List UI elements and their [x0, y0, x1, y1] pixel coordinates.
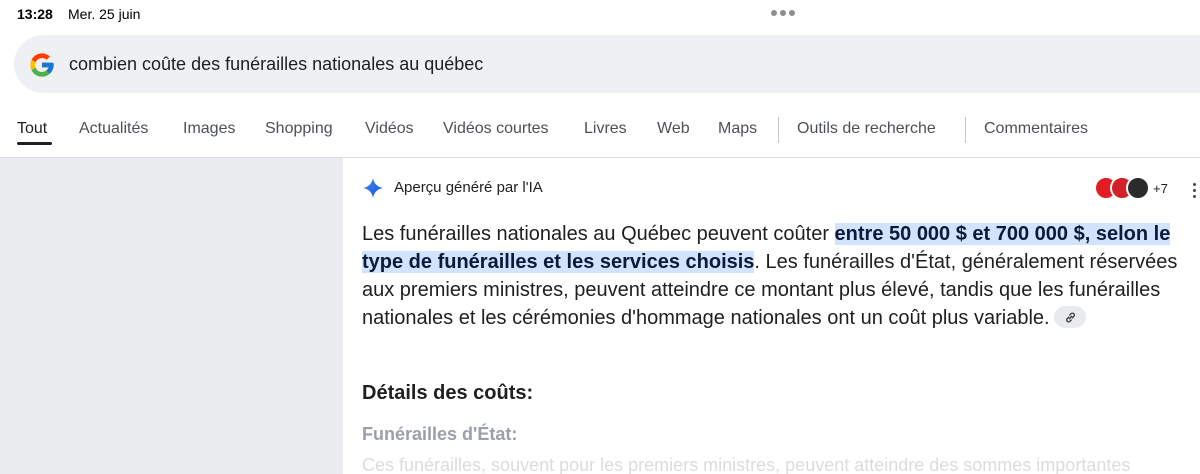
search-bar[interactable]: combien coûte des funérailles nationales…: [14, 35, 1200, 93]
tab-shopping[interactable]: Shopping: [265, 120, 333, 138]
tab-tout[interactable]: Tout: [17, 120, 47, 138]
status-bar: 13:28 Mer. 25 juin: [0, 0, 1200, 30]
tab-actualites[interactable]: Actualités: [79, 120, 148, 138]
multitasking-dots-icon[interactable]: [771, 10, 795, 16]
source-favicon[interactable]: [1126, 176, 1150, 200]
active-tab-indicator: [17, 142, 52, 145]
faded-paragraph: Ces funérailles, souvent pour les premie…: [362, 455, 1131, 474]
tab-commentaires[interactable]: Commentaires: [984, 120, 1088, 138]
left-panel: [0, 158, 343, 474]
tab-videos-courtes[interactable]: Vidéos courtes: [443, 120, 549, 138]
details-heading: Détails des coûts:: [362, 382, 534, 404]
tab-divider: [965, 117, 966, 143]
tab-outils-de-recherche[interactable]: Outils de recherche: [797, 120, 936, 138]
search-input[interactable]: combien coûte des funérailles nationales…: [69, 54, 483, 75]
ai-answer-text: Les funérailles nationales au Québec peu…: [362, 220, 1194, 332]
tab-livres[interactable]: Livres: [584, 120, 627, 138]
answer-text-start: Les funérailles nationales au Québec peu…: [362, 223, 835, 245]
sources-count[interactable]: +7: [1153, 181, 1168, 196]
tab-web[interactable]: Web: [657, 120, 690, 138]
tab-images[interactable]: Images: [183, 120, 235, 138]
state-funeral-heading: Funérailles d'État:: [362, 424, 518, 444]
status-date: Mer. 25 juin: [68, 6, 141, 22]
more-options-icon[interactable]: [1193, 183, 1196, 198]
source-link-chip[interactable]: [1053, 305, 1086, 328]
search-tabs: Tout Actualités Images Shopping Vidéos V…: [0, 108, 1200, 158]
status-time: 13:28: [17, 6, 53, 22]
tab-videos[interactable]: Vidéos: [365, 120, 414, 138]
sparkle-icon: [362, 177, 384, 199]
tab-maps[interactable]: Maps: [718, 120, 757, 138]
link-icon: [1065, 312, 1075, 323]
tab-divider: [778, 117, 779, 143]
ai-overview-title: Aperçu généré par l'IA: [394, 179, 543, 196]
google-logo-icon: [30, 53, 54, 77]
